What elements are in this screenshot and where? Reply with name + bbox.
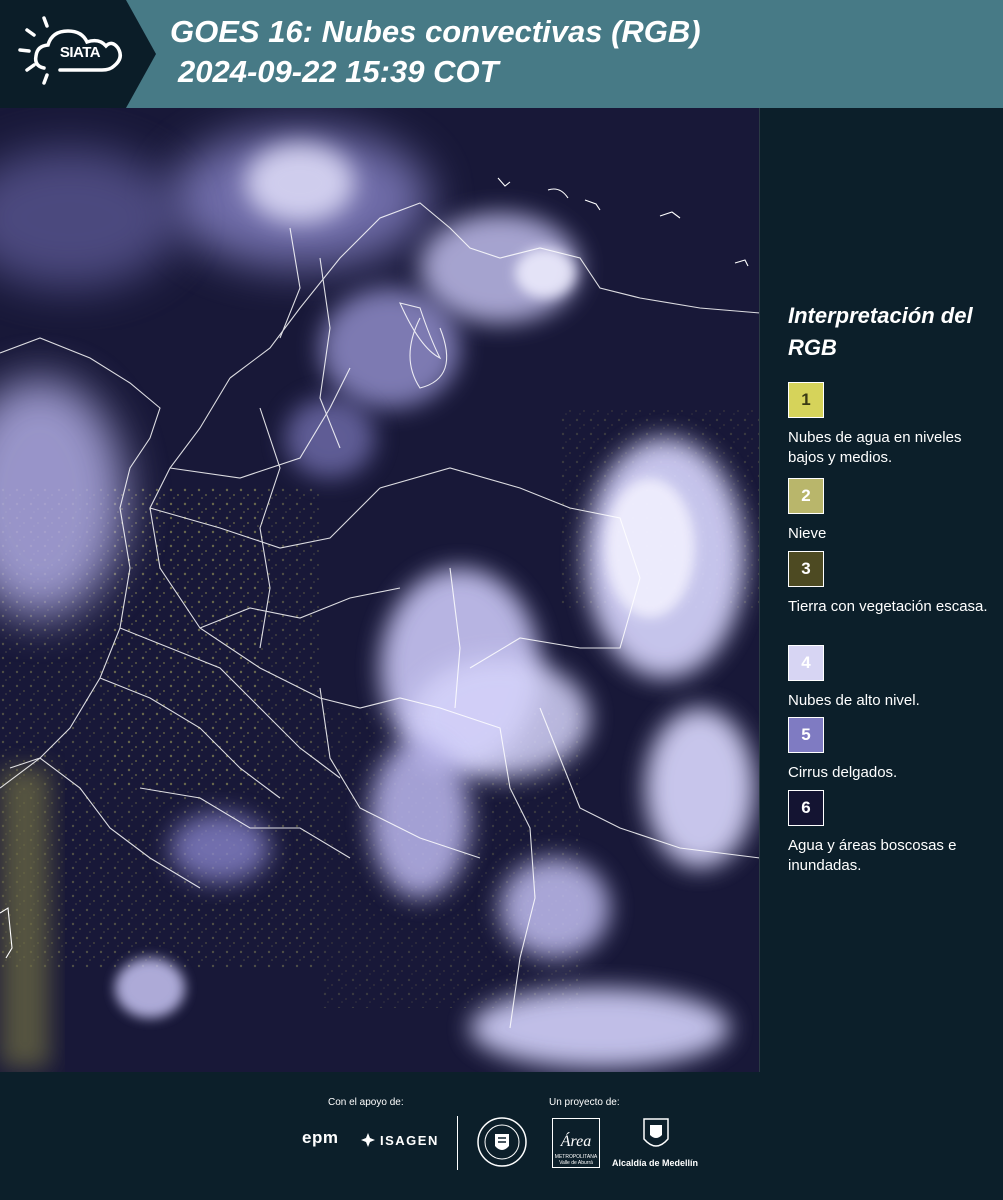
legend-label: Nubes de agua en niveles bajos y medios. bbox=[788, 429, 962, 466]
legend-swatch: 6 bbox=[788, 790, 824, 826]
isagen-mark-icon bbox=[361, 1133, 375, 1147]
footer: Con el apoyo de: Un proyecto de: epm ISA… bbox=[0, 1072, 1003, 1200]
area-logo-subtitle-2: Valle de Aburrá bbox=[559, 1160, 593, 1166]
epm-logo: epm bbox=[302, 1128, 339, 1147]
legend-swatch: 3 bbox=[788, 551, 824, 587]
satellite-map[interactable] bbox=[0, 108, 760, 1072]
project-label: Un proyecto de: bbox=[549, 1097, 620, 1108]
header-bar: SIATA GOES 16: Nubes convectivas (RGB) 2… bbox=[0, 0, 1003, 108]
legend-item-snow: 2 Nieve bbox=[788, 478, 998, 544]
legend-item-sparse-vegetation-land: 3 Tierra con vegetación escasa. bbox=[788, 551, 998, 617]
legend-item-low-mid-water-clouds: 1 Nubes de agua en niveles bajos y medio… bbox=[788, 382, 998, 468]
siata-logo-text: SIATA bbox=[59, 44, 101, 61]
footer-divider bbox=[457, 1116, 458, 1170]
legend-title: Interpretación del RGB bbox=[788, 303, 973, 360]
support-label: Con el apoyo de: bbox=[328, 1097, 404, 1108]
area-logo-name: Área bbox=[560, 1131, 592, 1150]
legend-swatch: 5 bbox=[788, 717, 824, 753]
area-metropolitana-logo: Área METROPOLITANA Valle de Aburrá bbox=[552, 1118, 600, 1168]
alcaldia-text: Alcaldía de Medellín bbox=[612, 1158, 699, 1168]
legend-item-high-level-clouds: 4 Nubes de alto nivel. bbox=[788, 645, 998, 711]
legend-swatch: 2 bbox=[788, 478, 824, 514]
alcaldia-shield-icon bbox=[641, 1117, 671, 1153]
legend-swatch: 1 bbox=[788, 382, 824, 418]
isagen-logo: ISAGEN bbox=[360, 1132, 439, 1148]
isagen-logo-text: ISAGEN bbox=[380, 1132, 439, 1148]
page-timestamp: 2024-09-22 15:39 COT bbox=[178, 54, 499, 89]
legend-swatch: 4 bbox=[788, 645, 824, 681]
page-title: GOES 16: Nubes convectivas (RGB) bbox=[170, 14, 701, 49]
legend-label: Cirrus delgados. bbox=[788, 764, 898, 781]
legend-item-water-forest-flooded: 6 Agua y áreas boscosas e inundadas. bbox=[788, 790, 998, 876]
legend-label: Agua y áreas boscosas e inundadas. bbox=[788, 837, 957, 874]
siata-logo: SIATA bbox=[0, 0, 158, 108]
legend-label: Tierra con vegetación escasa. bbox=[788, 598, 988, 615]
legend-label: Nubes de alto nivel. bbox=[788, 692, 920, 709]
satellite-map-image bbox=[0, 108, 759, 1072]
legend-label: Nieve bbox=[788, 525, 827, 542]
legend-panel: Interpretación del RGB 1 Nubes de agua e… bbox=[760, 108, 1003, 1072]
legend-item-thin-cirrus: 5 Cirrus delgados. bbox=[788, 717, 998, 783]
medellin-seal-icon bbox=[476, 1116, 528, 1168]
